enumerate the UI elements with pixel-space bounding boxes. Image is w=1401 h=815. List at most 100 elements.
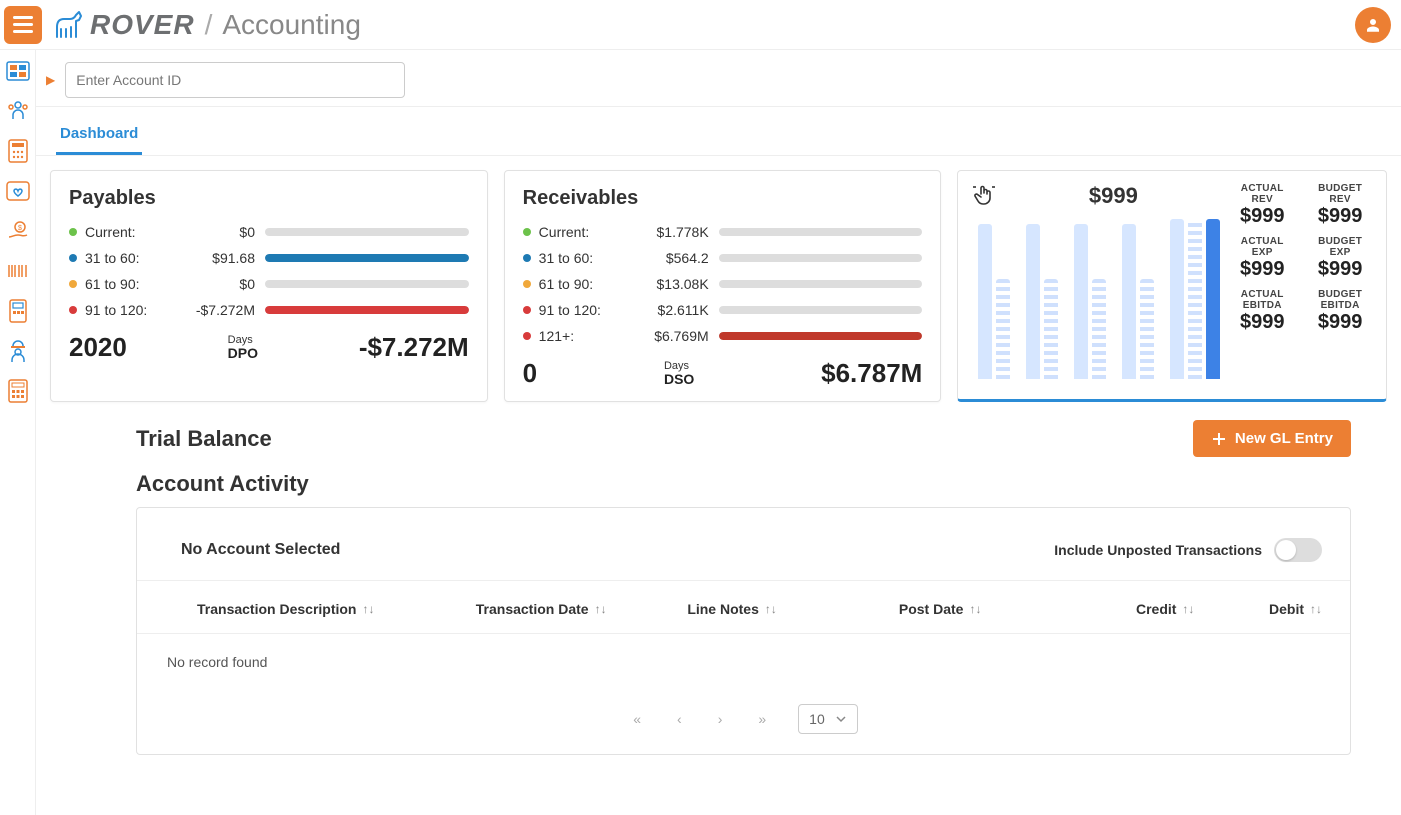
aging-bar	[265, 280, 469, 288]
sidebar-dashboard-icon[interactable]	[5, 58, 31, 84]
aging-value: $6.769M	[629, 328, 709, 344]
page-next-button[interactable]: ›	[714, 707, 727, 731]
aging-row: 91 to 120:-$7.272M	[69, 302, 469, 318]
sidebar-calculator2-icon[interactable]	[5, 378, 31, 404]
empty-row: No record found	[137, 634, 1350, 690]
column-header[interactable]: Credit↑↓	[1077, 601, 1195, 617]
metric-label: BUDGET EBITDA	[1308, 289, 1372, 311]
aging-value: $91.68	[175, 250, 255, 266]
aging-bar	[265, 228, 469, 236]
sidebar: $	[0, 50, 36, 815]
aging-row: 31 to 60:$91.68	[69, 250, 469, 266]
sidebar-money-hand-icon[interactable]: $	[5, 218, 31, 244]
metric-cell: ACTUAL EBITDA$999	[1230, 289, 1294, 334]
sidebar-pos-icon[interactable]	[5, 298, 31, 324]
sort-icon: ↑↓	[362, 602, 374, 616]
tab-dashboard[interactable]: Dashboard	[56, 117, 142, 155]
metric-cell: ACTUAL EXP$999	[1230, 236, 1294, 281]
aging-label: Current:	[85, 224, 175, 240]
status-dot	[69, 228, 77, 236]
aging-bar	[265, 306, 469, 314]
person-icon	[1364, 16, 1382, 34]
run-icon[interactable]: ▶	[46, 73, 55, 87]
status-dot	[69, 306, 77, 314]
aging-label: 121+:	[539, 328, 629, 344]
column-header[interactable]: Post Date↑↓	[899, 601, 1067, 617]
column-header[interactable]: Transaction Description↑↓	[197, 601, 466, 617]
aging-row: Current:$1.778K	[523, 224, 923, 240]
status-dot	[69, 254, 77, 262]
new-gl-entry-button[interactable]: New GL Entry	[1193, 420, 1351, 457]
aging-label: 61 to 90:	[85, 276, 175, 292]
page-size-select[interactable]: 10	[798, 704, 858, 734]
metric-value: $999	[1308, 258, 1372, 281]
metrics-card: $999 ACTUAL REV$999BUDGET REV$999ACTUAL …	[957, 170, 1387, 402]
sidebar-calculator-icon[interactable]	[5, 138, 31, 164]
activity-panel: No Account Selected Include Unposted Tra…	[136, 507, 1351, 755]
aging-row: Current:$0	[69, 224, 469, 240]
select-icon[interactable]	[972, 183, 996, 207]
page-first-button[interactable]: «	[629, 707, 645, 731]
aging-bar	[719, 280, 923, 288]
chart-bar	[1122, 224, 1136, 379]
aging-label: 31 to 60:	[539, 250, 629, 266]
status-dot	[69, 280, 77, 288]
payables-card: Payables Current:$031 to 60:$91.6861 to …	[50, 170, 488, 402]
aging-label: 91 to 120:	[539, 302, 629, 318]
status-dot	[523, 280, 531, 288]
sidebar-people-icon[interactable]	[5, 98, 31, 124]
sort-icon: ↑↓	[1310, 602, 1322, 616]
chart-bar	[978, 224, 992, 379]
sort-icon: ↑↓	[1182, 602, 1194, 616]
chart-bar	[1140, 279, 1154, 379]
dog-icon	[52, 9, 84, 41]
user-avatar[interactable]	[1355, 7, 1391, 43]
aging-value: $0	[175, 224, 255, 240]
column-header[interactable]: Debit↑↓	[1204, 601, 1322, 617]
account-id-input[interactable]	[65, 62, 405, 98]
menu-button[interactable]	[4, 6, 42, 44]
aging-value: -$7.272M	[175, 302, 255, 318]
unposted-toggle[interactable]	[1274, 538, 1322, 562]
sidebar-worker-icon[interactable]	[5, 338, 31, 364]
metric-label: ACTUAL EBITDA	[1230, 289, 1294, 311]
metric-cell: BUDGET EBITDA$999	[1308, 289, 1372, 334]
page-last-button[interactable]: »	[754, 707, 770, 731]
aging-bar	[719, 332, 923, 340]
aging-label: 91 to 120:	[85, 302, 175, 318]
page-prev-button[interactable]: ‹	[673, 707, 686, 731]
status-dot	[523, 228, 531, 236]
metric-value: $999	[1230, 258, 1294, 281]
chart-bar	[996, 279, 1010, 379]
account-activity-title: Account Activity	[36, 457, 1401, 507]
sidebar-heart-card-icon[interactable]	[5, 178, 31, 204]
plus-icon	[1211, 431, 1227, 447]
chart-bar	[1044, 279, 1058, 379]
metric-headline: $999	[1006, 183, 1220, 209]
aging-value: $1.778K	[629, 224, 709, 240]
metric-label: BUDGET EXP	[1308, 236, 1372, 258]
sort-icon: ↑↓	[969, 602, 981, 616]
app-logo[interactable]: ROVER / Accounting	[52, 9, 361, 41]
metric-cell: BUDGET REV$999	[1308, 183, 1372, 228]
status-dot	[523, 332, 531, 340]
column-header[interactable]: Line Notes↑↓	[687, 601, 889, 617]
aging-bar	[719, 228, 923, 236]
aging-value: $564.2	[629, 250, 709, 266]
column-header[interactable]: Transaction Date↑↓	[476, 601, 678, 617]
receivables-title: Receivables	[523, 187, 923, 210]
sort-icon: ↑↓	[765, 602, 777, 616]
chart-bar	[1188, 219, 1202, 379]
aging-row: 31 to 60:$564.2	[523, 250, 923, 266]
status-dot	[523, 306, 531, 314]
sidebar-barcode-icon[interactable]	[5, 258, 31, 284]
metric-value: $999	[1308, 311, 1372, 334]
receivables-card: Receivables Current:$1.778K31 to 60:$564…	[504, 170, 942, 402]
aging-row: 61 to 90:$13.08K	[523, 276, 923, 292]
aging-value: $13.08K	[629, 276, 709, 292]
chevron-down-icon	[835, 713, 847, 725]
aging-bar	[265, 254, 469, 262]
receivables-days-value: 0	[523, 358, 537, 389]
status-dot	[523, 254, 531, 262]
aging-label: Current:	[539, 224, 629, 240]
